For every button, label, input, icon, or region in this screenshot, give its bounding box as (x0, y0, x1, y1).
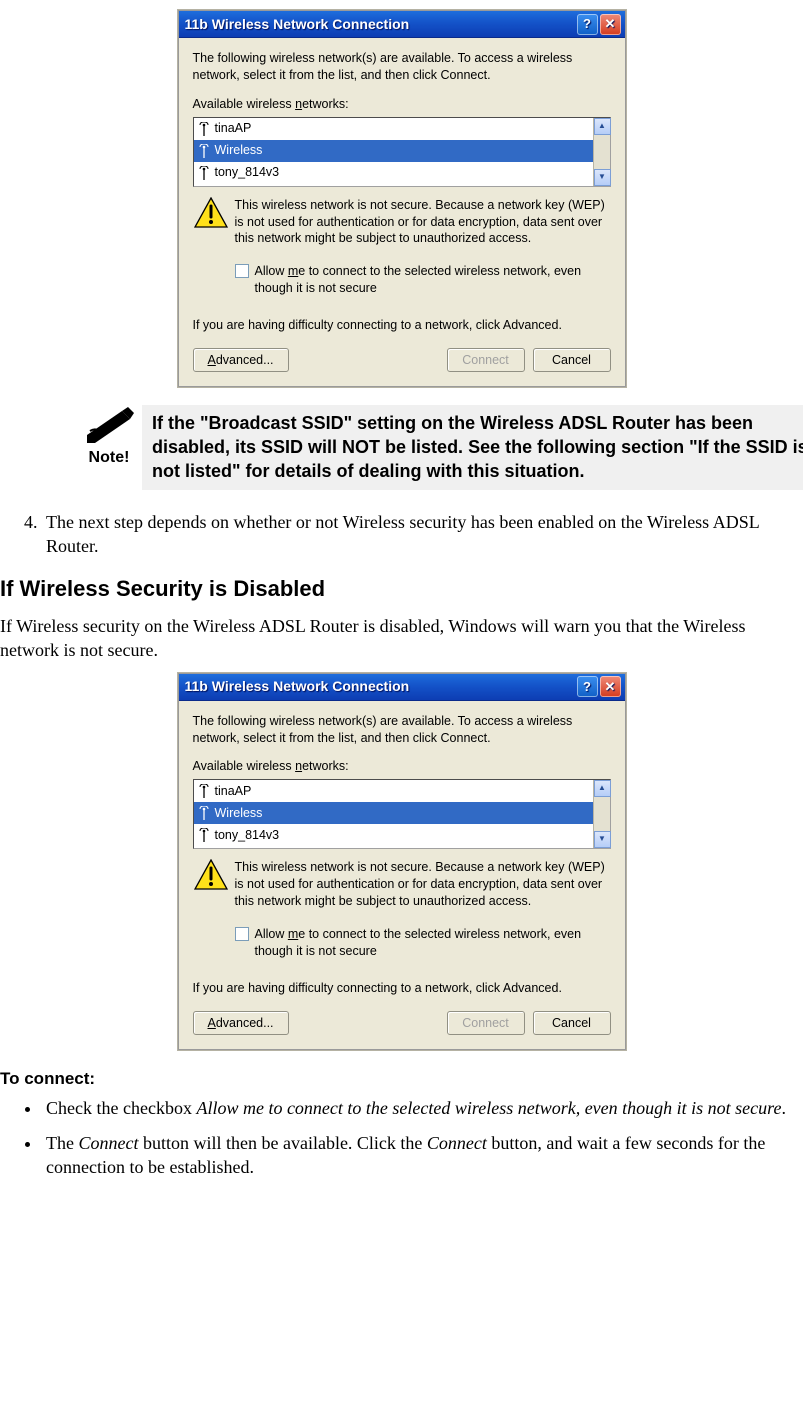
difficulty-text: If you are having difficulty connecting … (193, 980, 611, 997)
allow-connect-label: Allow me to connect to the selected wire… (255, 926, 611, 960)
cancel-button[interactable]: Cancel (533, 348, 611, 372)
help-button[interactable]: ? (577, 14, 598, 35)
window-title: 11b Wireless Network Connection (185, 677, 575, 696)
network-name: Wireless (215, 805, 263, 822)
available-networks-label: Available wireless networks: (193, 96, 611, 113)
close-button[interactable]: ✕ (600, 676, 621, 697)
network-name: tony_814v3 (215, 164, 280, 181)
note-block: Note! If the "Broadcast SSID" setting on… (76, 405, 803, 490)
advanced-button[interactable]: Advanced... (193, 1011, 289, 1035)
allow-connect-label: Allow me to connect to the selected wire… (255, 263, 611, 297)
advanced-button[interactable]: Advanced... (193, 348, 289, 372)
antenna-icon (198, 828, 210, 842)
to-connect-heading: To connect: (0, 1068, 803, 1091)
scroll-up-button[interactable]: ▲ (594, 118, 611, 135)
available-networks-label: Available wireless networks: (193, 758, 611, 775)
section-paragraph: If Wireless security on the Wireless ADS… (0, 614, 803, 663)
wireless-dialog-1: 11b Wireless Network Connection ? ✕ The … (178, 10, 626, 387)
note-text: If the "Broadcast SSID" setting on the W… (142, 405, 803, 490)
network-item[interactable]: tony_814v3 (194, 824, 593, 846)
intro-text: The following wireless network(s) are av… (193, 713, 611, 747)
network-item[interactable]: tony_814v3 (194, 162, 593, 184)
network-name: tinaAP (215, 783, 252, 800)
network-listbox[interactable]: tinaAP Wireless tony_814v3 ▲ ▼ (193, 117, 611, 187)
step-list: The next step depends on whether or not … (0, 510, 803, 559)
antenna-icon (198, 166, 210, 180)
scroll-down-button[interactable]: ▼ (594, 169, 611, 186)
help-button[interactable]: ? (577, 676, 598, 697)
antenna-icon (198, 784, 210, 798)
network-name: tony_814v3 (215, 827, 280, 844)
connect-button[interactable]: Connect (447, 348, 525, 372)
close-button[interactable]: ✕ (600, 14, 621, 35)
network-item-selected[interactable]: Wireless (194, 140, 593, 162)
bullet-1: Check the checkbox Allow me to connect t… (42, 1096, 803, 1120)
warning-text: This wireless network is not secure. Bec… (235, 197, 611, 248)
scrollbar[interactable]: ▲ ▼ (593, 118, 610, 186)
network-item[interactable]: tinaAP (194, 780, 593, 802)
section-heading: If Wireless Security is Disabled (0, 574, 803, 604)
scrollbar[interactable]: ▲ ▼ (593, 780, 610, 848)
window-title: 11b Wireless Network Connection (185, 15, 575, 34)
network-item-selected[interactable]: Wireless (194, 802, 593, 824)
network-item[interactable]: tinaAP (194, 118, 593, 140)
intro-text: The following wireless network(s) are av… (193, 50, 611, 84)
allow-connect-checkbox[interactable] (235, 927, 249, 941)
warning-icon (193, 859, 229, 893)
scroll-up-button[interactable]: ▲ (594, 780, 611, 797)
network-name: Wireless (215, 142, 263, 159)
connect-button[interactable]: Connect (447, 1011, 525, 1035)
note-label: Note! (76, 447, 142, 469)
titlebar: 11b Wireless Network Connection ? ✕ (179, 11, 625, 38)
allow-connect-checkbox[interactable] (235, 264, 249, 278)
step-4: The next step depends on whether or not … (42, 510, 803, 559)
bullet-2: The Connect button will then be availabl… (42, 1131, 803, 1180)
difficulty-text: If you are having difficulty connecting … (193, 317, 611, 334)
network-listbox[interactable]: tinaAP Wireless tony_814v3 ▲ ▼ (193, 779, 611, 849)
warning-text: This wireless network is not secure. Bec… (235, 859, 611, 910)
cancel-button[interactable]: Cancel (533, 1011, 611, 1035)
network-name: tinaAP (215, 120, 252, 137)
antenna-icon (198, 122, 210, 136)
antenna-icon (198, 144, 210, 158)
titlebar: 11b Wireless Network Connection ? ✕ (179, 674, 625, 701)
to-connect-list: Check the checkbox Allow me to connect t… (0, 1096, 803, 1179)
note-pencil-icon (82, 405, 136, 443)
scroll-down-button[interactable]: ▼ (594, 831, 611, 848)
warning-icon (193, 197, 229, 231)
antenna-icon (198, 806, 210, 820)
wireless-dialog-2: 11b Wireless Network Connection ? ✕ The … (178, 673, 626, 1050)
